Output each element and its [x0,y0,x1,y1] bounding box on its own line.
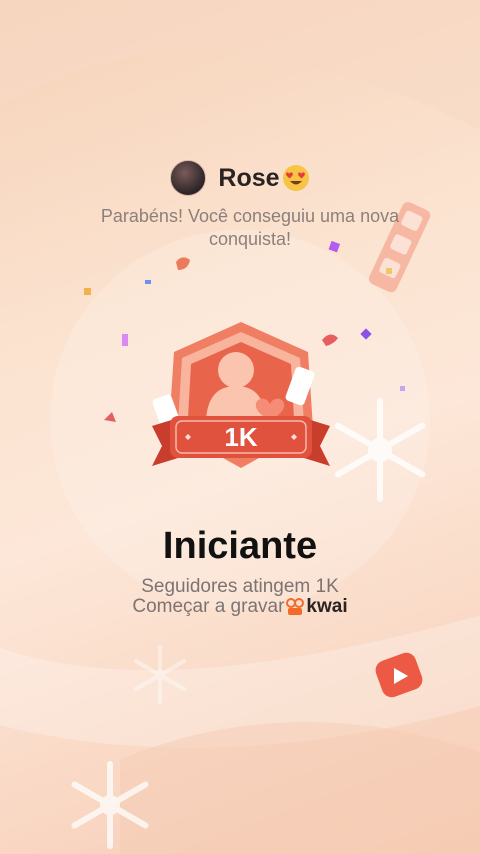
username-text: Rose [218,163,280,192]
kwai-logo-icon [286,598,305,615]
achievement-title: Iniciante [162,525,318,567]
achievement-description: Seguidores atingem 1K [141,576,339,597]
heart-eyes-emoji-icon [282,165,309,191]
achievement-badge: 1K [152,322,330,468]
snowflake-icon [334,398,426,502]
start-recording-link[interactable]: Começar a gravar kwai [0,596,480,618]
avatar[interactable] [170,160,207,196]
user-header: Rose [0,158,480,198]
username: Rose [218,164,309,193]
badge-level-label: 1K [224,422,257,452]
start-recording-text: Começar a gravar [132,596,285,617]
kwai-brand: kwai [286,596,348,618]
congrats-message: Parabéns! Você conseguiu uma nova conqui… [100,206,400,249]
play-icon [375,652,423,698]
kwai-brand-text: kwai [306,596,348,617]
